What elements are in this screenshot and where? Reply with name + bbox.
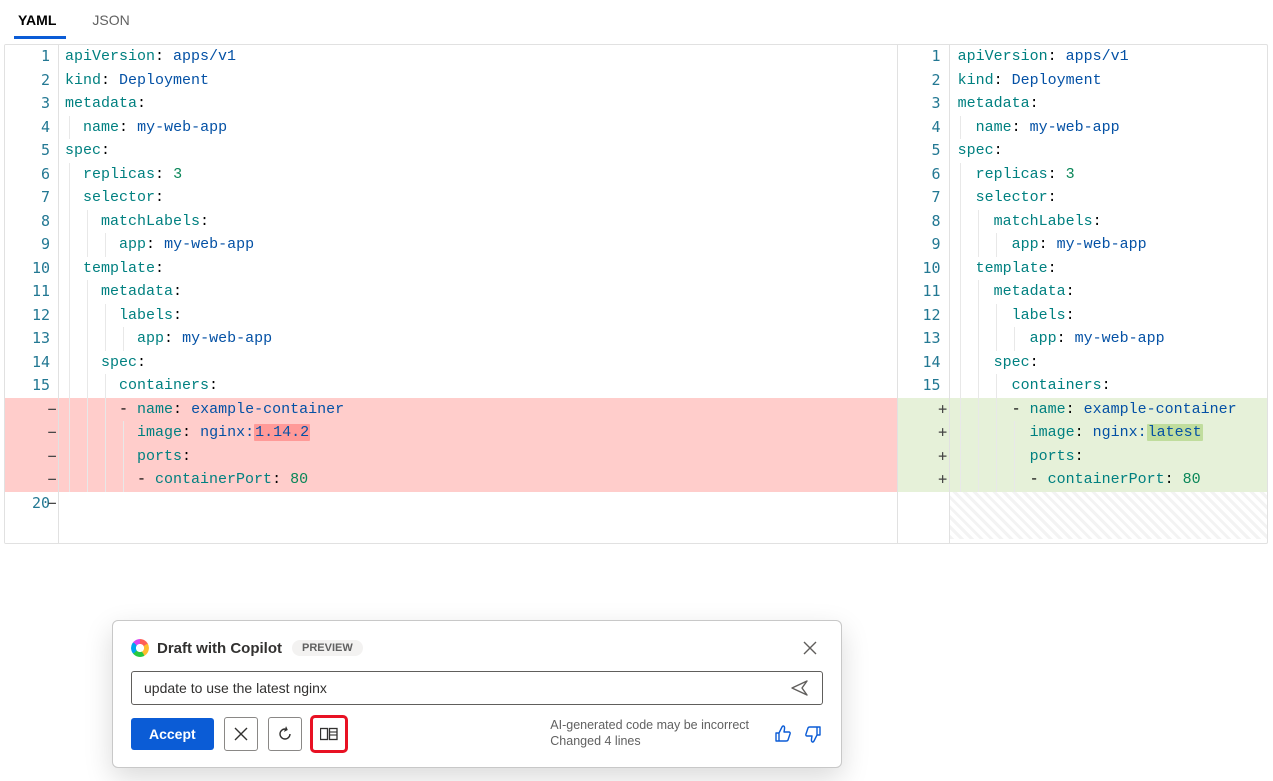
send-icon[interactable] <box>790 678 812 698</box>
copilot-icon <box>131 639 149 657</box>
prompt-input-row <box>131 671 823 705</box>
copilot-title: Draft with Copilot <box>157 640 282 657</box>
diff-editor: 12345678910111213141516−17−18−19−20− api… <box>4 44 1268 544</box>
diff-pane-original[interactable]: 12345678910111213141516−17−18−19−20− api… <box>5 45 898 543</box>
regenerate-button[interactable] <box>268 717 302 751</box>
close-button[interactable] <box>797 635 823 661</box>
prompt-input[interactable] <box>142 679 790 697</box>
format-tabs: YAML JSON <box>0 0 1273 40</box>
discard-button[interactable] <box>224 717 258 751</box>
thumbs-down-icon[interactable] <box>803 724 823 744</box>
tab-json[interactable]: JSON <box>88 6 139 39</box>
diff-pane-modified[interactable]: 12345678910111213141516+17+18+19+ apiVer… <box>898 45 1267 543</box>
preview-badge: PREVIEW <box>292 640 363 656</box>
accept-button[interactable]: Accept <box>131 718 214 750</box>
copilot-change-count: Changed 4 lines <box>550 734 749 750</box>
thumbs-up-icon[interactable] <box>773 724 793 744</box>
tab-yaml[interactable]: YAML <box>14 6 66 39</box>
copilot-disclaimer: AI-generated code may be incorrect <box>550 718 749 734</box>
copilot-panel: Draft with Copilot PREVIEW Accept AI-gen… <box>112 620 842 768</box>
copilot-status: AI-generated code may be incorrect Chang… <box>550 718 749 749</box>
diff-view-button[interactable] <box>312 717 346 751</box>
